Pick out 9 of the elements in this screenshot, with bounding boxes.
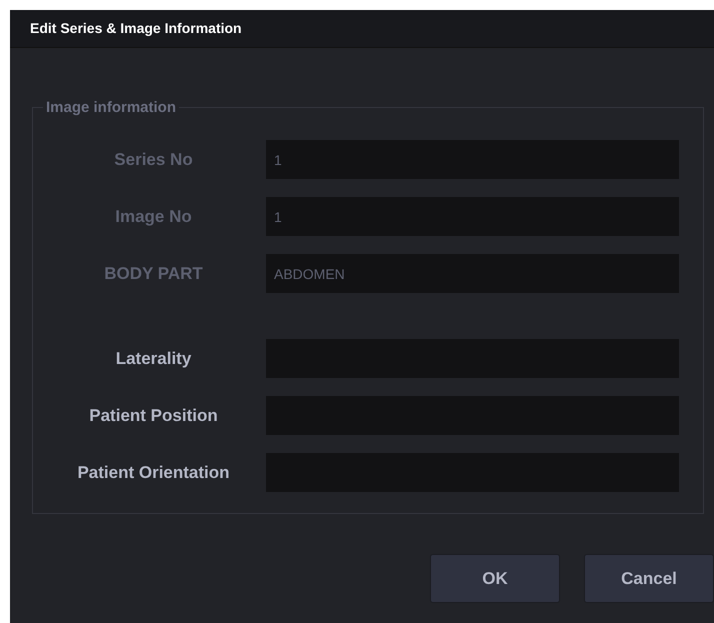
cancel-button[interactable]: Cancel (584, 554, 714, 603)
field-label: Image No (114, 206, 193, 228)
ok-button[interactable]: OK (430, 554, 560, 603)
field-label: BODY PART (103, 262, 204, 285)
field-label: Series No (113, 148, 194, 171)
field-label: Laterality (114, 348, 192, 370)
window-title: Edit Series & Image Information (30, 19, 242, 38)
field-label: Patient Orientation (76, 462, 231, 484)
field-label: Patient Position (88, 404, 219, 427)
